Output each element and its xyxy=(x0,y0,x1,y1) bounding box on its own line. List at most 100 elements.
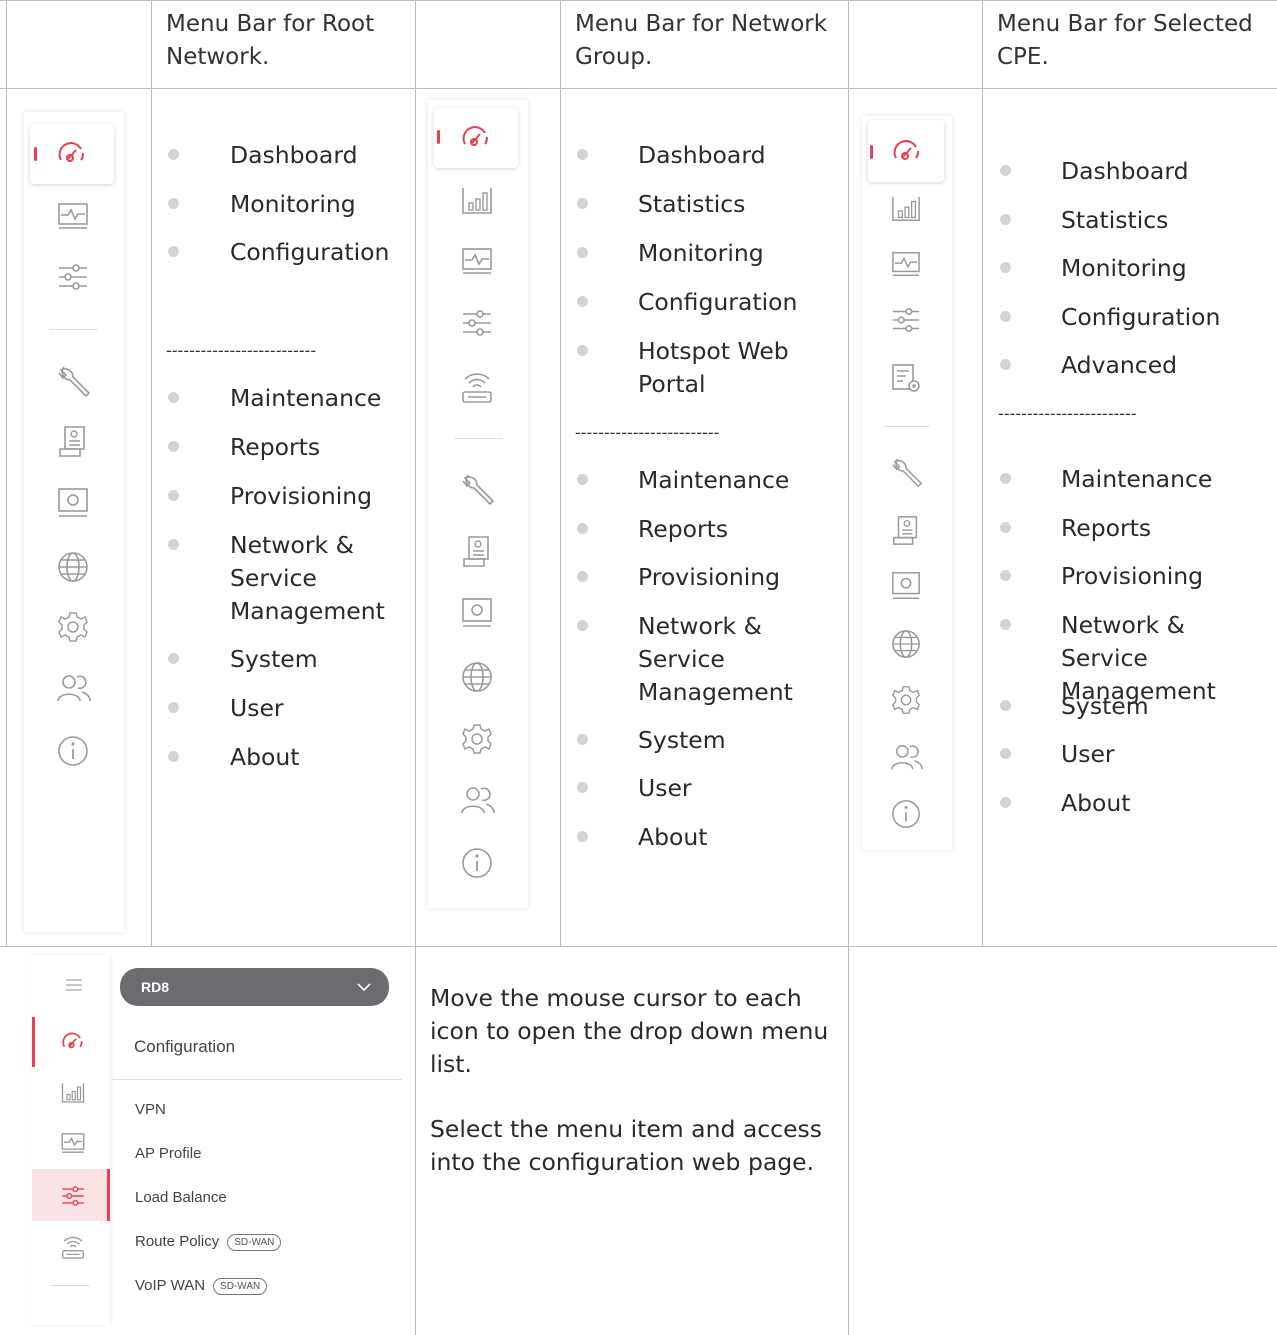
list-item: Reports xyxy=(165,431,410,480)
menu-item-ap-profile[interactable]: AP Profile xyxy=(135,1145,201,1162)
list-item: Provisioning xyxy=(998,560,1273,609)
dashboard-icon[interactable] xyxy=(58,1031,88,1053)
menu-item-route-policy[interactable]: Route Policy SD-WAN xyxy=(135,1233,282,1251)
menu-separator: ------------------------ xyxy=(998,404,1137,423)
list-item: Statistics xyxy=(998,204,1273,253)
sidebar-network-group xyxy=(428,100,528,908)
config-dropdown-screenshot: RD8 Configuration VPN AP Profile Load Ba… xyxy=(20,955,405,1325)
menu-separator: ------------------------- xyxy=(575,423,720,442)
list-item: Maintenance xyxy=(998,463,1273,512)
root-secondary-list: Maintenance Reports Provisioning Network… xyxy=(165,382,410,790)
statistics-icon[interactable] xyxy=(460,185,494,217)
list-item: About xyxy=(165,741,410,790)
col-border-5 xyxy=(982,0,983,946)
dashboard-icon[interactable] xyxy=(889,138,925,166)
dashboard-icon[interactable] xyxy=(54,140,90,168)
system-gear-icon[interactable] xyxy=(56,610,90,644)
advanced-settings-icon[interactable] xyxy=(890,362,924,396)
header-network-group: Menu Bar for Network Group. xyxy=(575,11,828,70)
list-item: Hotspot Web Portal xyxy=(575,335,835,401)
list-item: Reports xyxy=(575,513,835,562)
group-secondary-list: Maintenance Reports Provisioning Network… xyxy=(575,464,835,869)
menu-item-vpn[interactable]: VPN xyxy=(135,1101,166,1118)
network-globe-icon[interactable] xyxy=(460,660,494,694)
reports-icon[interactable] xyxy=(56,424,90,460)
cpe-primary-list: Dashboard Statistics Monitoring Configur… xyxy=(998,155,1273,398)
provisioning-icon[interactable] xyxy=(890,570,922,602)
maintenance-icon[interactable] xyxy=(460,472,496,508)
menu-title: Configuration xyxy=(134,1037,236,1056)
list-item: About xyxy=(575,821,835,870)
list-item: Maintenance xyxy=(165,382,410,431)
provisioning-icon[interactable] xyxy=(56,486,90,520)
list-item: Maintenance xyxy=(575,464,835,513)
list-item: System xyxy=(575,724,835,773)
system-gear-icon[interactable] xyxy=(890,684,922,716)
list-item: Configuration xyxy=(575,286,835,335)
configuration-icon[interactable] xyxy=(460,306,494,340)
list-item: Dashboard xyxy=(165,139,410,188)
menu-item-load-balance[interactable]: Load Balance xyxy=(135,1189,227,1206)
reports-icon[interactable] xyxy=(890,514,922,548)
dashboard-icon[interactable] xyxy=(458,124,494,152)
col-border-2 xyxy=(415,0,416,1335)
col-border-0 xyxy=(6,0,7,946)
statistics-icon[interactable] xyxy=(890,194,922,224)
cpe-secondary-list: Maintenance Reports Provisioning Network… xyxy=(998,463,1273,835)
reports-icon[interactable] xyxy=(460,534,494,570)
configuration-icon[interactable] xyxy=(890,304,922,336)
configuration-icon[interactable] xyxy=(60,1183,86,1209)
maintenance-icon[interactable] xyxy=(56,364,92,400)
provisioning-icon[interactable] xyxy=(460,596,494,630)
header-root-network: Menu Bar for Root Network. xyxy=(166,11,375,70)
sd-wan-badge: SD-WAN xyxy=(213,1277,268,1295)
system-gear-icon[interactable] xyxy=(460,722,494,756)
monitoring-icon[interactable] xyxy=(60,1131,86,1155)
menu-item-voip-wan[interactable]: VoIP WAN SD-WAN xyxy=(135,1277,268,1295)
about-info-icon[interactable] xyxy=(56,734,90,768)
hotspot-router-icon[interactable] xyxy=(460,368,494,406)
bullet xyxy=(168,149,179,160)
network-globe-icon[interactable] xyxy=(890,628,922,660)
hamburger-menu-icon[interactable] xyxy=(64,977,84,993)
user-icon[interactable] xyxy=(56,672,92,704)
chevron-down-icon xyxy=(357,983,371,992)
device-selector[interactable]: RD8 xyxy=(120,968,389,1006)
list-item: About xyxy=(998,787,1273,836)
menu-separator: -------------------------- xyxy=(166,341,317,360)
configuration-icon[interactable] xyxy=(56,260,90,294)
selected-marker xyxy=(107,1169,110,1221)
root-primary-list: Dashboard Monitoring Configuration xyxy=(165,139,410,285)
hotspot-router-icon[interactable] xyxy=(60,1233,86,1261)
maintenance-icon[interactable] xyxy=(890,456,924,490)
active-marker xyxy=(437,130,440,144)
about-info-icon[interactable] xyxy=(460,846,494,880)
list-item: Configuration xyxy=(165,236,410,285)
statistics-icon[interactable] xyxy=(60,1081,86,1105)
active-marker xyxy=(870,145,873,159)
sidebar-root-network xyxy=(24,112,124,932)
sidebar-divider xyxy=(50,329,98,330)
sidebar-divider xyxy=(884,426,930,427)
list-item: User xyxy=(165,692,410,741)
header-row-divider xyxy=(0,88,1277,89)
middle-row-divider xyxy=(0,946,1277,947)
list-item: Dashboard xyxy=(998,155,1273,204)
list-item: Advanced xyxy=(998,349,1273,398)
list-item: User xyxy=(575,772,835,821)
list-item: Configuration xyxy=(998,301,1273,350)
user-icon[interactable] xyxy=(460,784,496,816)
about-info-icon[interactable] xyxy=(890,798,922,830)
device-name: RD8 xyxy=(141,979,170,995)
list-item: System xyxy=(998,690,1273,739)
bullet xyxy=(168,246,179,257)
monitoring-icon[interactable] xyxy=(56,201,90,231)
user-icon[interactable] xyxy=(890,742,924,772)
list-item: User xyxy=(998,738,1273,787)
monitoring-icon[interactable] xyxy=(890,250,922,278)
monitoring-icon[interactable] xyxy=(460,246,494,276)
instruction-select: Select the menu item and access into the… xyxy=(430,1115,823,1176)
network-globe-icon[interactable] xyxy=(56,550,90,584)
menu-title-divider xyxy=(112,1079,402,1080)
list-item: Statistics xyxy=(575,188,835,237)
